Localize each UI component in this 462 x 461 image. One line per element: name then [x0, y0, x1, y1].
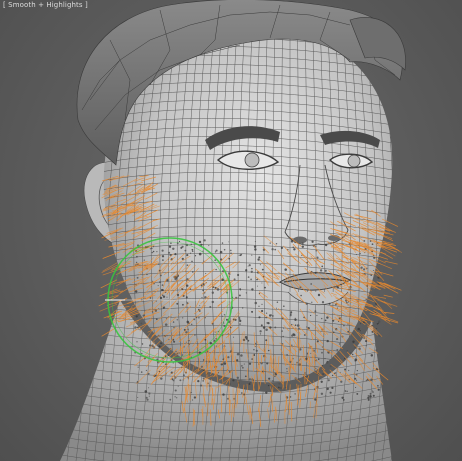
viewport-shading-label[interactable]: [ Smooth + Highlights ]: [3, 1, 88, 9]
3d-viewport[interactable]: [ Smooth + Highlights ]: [0, 0, 462, 461]
viewport-scene: [60, 0, 406, 461]
